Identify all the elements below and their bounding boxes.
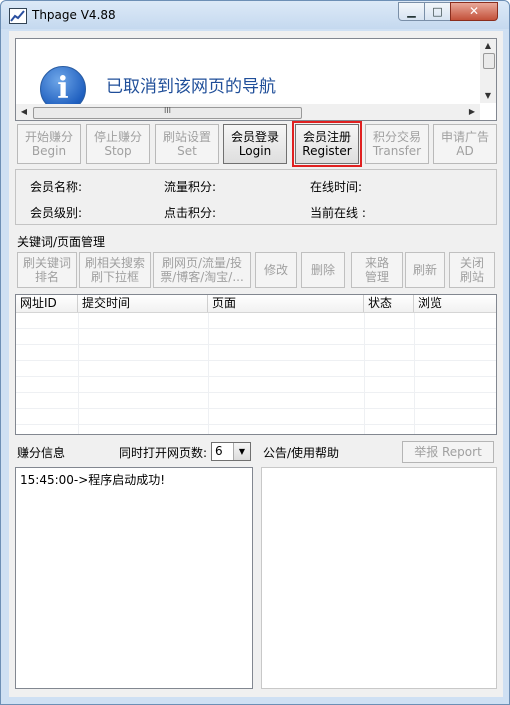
current-online-label: 当前在线 :: [310, 206, 366, 220]
refresh-button[interactable]: 刷新: [405, 252, 445, 288]
table-row: [16, 409, 496, 425]
notice-help-label: 公告/使用帮助: [263, 446, 340, 460]
delete-button[interactable]: 删除: [301, 252, 345, 288]
column-views[interactable]: 浏览: [414, 295, 496, 312]
table-header: 网址ID 提交时间 页面 状态 浏览: [16, 295, 496, 313]
column-status[interactable]: 状态: [364, 295, 414, 312]
navigation-cancelled-message: 已取消到该网页的导航: [106, 77, 276, 97]
table-row: [16, 393, 496, 409]
close-brush-button[interactable]: 关闭 刷站: [449, 252, 495, 288]
table-row: [16, 361, 496, 377]
column-page[interactable]: 页面: [208, 295, 364, 312]
table-row: [16, 313, 496, 329]
earnings-info-label: 赚分信息: [17, 446, 66, 460]
maximize-button[interactable]: □: [424, 2, 451, 21]
edit-button[interactable]: 修改: [255, 252, 297, 288]
close-button[interactable]: ✕: [450, 2, 498, 21]
vertical-scroll-thumb[interactable]: [483, 53, 495, 69]
column-submit-time[interactable]: 提交时间: [78, 295, 208, 312]
keyword-section-title: 关键词/页面管理: [17, 235, 106, 249]
horizontal-scroll-thumb[interactable]: III: [33, 106, 302, 119]
table-row: [16, 345, 496, 361]
window-title: Thpage V4.88: [32, 8, 116, 22]
online-time-label: 在线时间:: [310, 180, 363, 194]
app-window: Thpage V4.88 ▁ □ ✕ i 已取消到该网页的导航 ▲ ▼ ◀ II…: [0, 0, 510, 705]
table-row: [16, 329, 496, 345]
vertical-scrollbar[interactable]: ▲ ▼: [480, 39, 496, 103]
member-level-label: 会员级别:: [30, 206, 83, 220]
minimize-icon: ▁: [407, 5, 416, 18]
table-row: [16, 377, 496, 393]
member-info-group: 会员名称: 流量积分: 在线时间: 会员级别: 点击积分: 当前在线 :: [15, 169, 497, 225]
app-logo-icon: [9, 8, 27, 24]
ad-button[interactable]: 申请广告 AD: [433, 124, 497, 164]
web-traffic-button[interactable]: 刷网页/流量/投 票/博客/淘宝/...: [153, 252, 251, 288]
scroll-left-icon[interactable]: ◀: [16, 104, 32, 120]
member-name-label: 会员名称:: [30, 180, 83, 194]
chevron-down-icon[interactable]: ▼: [233, 443, 250, 460]
scroll-down-icon[interactable]: ▼: [480, 89, 496, 103]
notice-panel[interactable]: [261, 467, 497, 689]
earnings-log[interactable]: 15:45:00->程序启动成功!: [15, 467, 253, 689]
referrer-manage-button[interactable]: 来路 管理: [351, 252, 403, 288]
stop-button[interactable]: 停止赚分 Stop: [86, 124, 150, 164]
login-button[interactable]: 会员登录 Login: [223, 124, 287, 164]
report-button[interactable]: 举报 Report: [402, 441, 494, 463]
browser-pane[interactable]: i 已取消到该网页的导航 ▲ ▼ ◀ III ▶: [15, 38, 497, 121]
minimize-button[interactable]: ▁: [398, 2, 425, 21]
click-points-label: 点击积分:: [164, 206, 217, 220]
open-pages-value: 6: [215, 444, 223, 458]
scroll-up-icon[interactable]: ▲: [480, 39, 496, 53]
related-search-button[interactable]: 刷相关搜索 刷下拉框: [79, 252, 151, 288]
url-table[interactable]: 网址ID 提交时间 页面 状态 浏览: [15, 294, 497, 435]
maximize-icon: □: [432, 5, 443, 18]
traffic-points-label: 流量积分:: [164, 180, 217, 194]
title-bar[interactable]: Thpage V4.88 ▁ □ ✕: [1, 1, 509, 29]
keyword-rank-button[interactable]: 刷关键词 排名: [17, 252, 77, 288]
open-pages-select[interactable]: 6 ▼: [211, 442, 251, 461]
scroll-right-icon[interactable]: ▶: [464, 104, 480, 120]
transfer-button[interactable]: 积分交易 Transfer: [365, 124, 429, 164]
open-pages-label: 同时打开网页数:: [119, 446, 208, 460]
horizontal-scrollbar[interactable]: ◀ III ▶: [16, 104, 480, 120]
client-area: i 已取消到该网页的导航 ▲ ▼ ◀ III ▶ 开始赚分 Begin 停止赚分 S…: [9, 31, 503, 697]
settings-button[interactable]: 刷站设置 Set: [155, 124, 219, 164]
close-icon: ✕: [468, 4, 480, 18]
log-line: 15:45:00->程序启动成功!: [20, 473, 166, 487]
register-button[interactable]: 会员注册 Register: [292, 121, 362, 167]
column-url-id[interactable]: 网址ID: [16, 295, 78, 312]
begin-button[interactable]: 开始赚分 Begin: [17, 124, 81, 164]
